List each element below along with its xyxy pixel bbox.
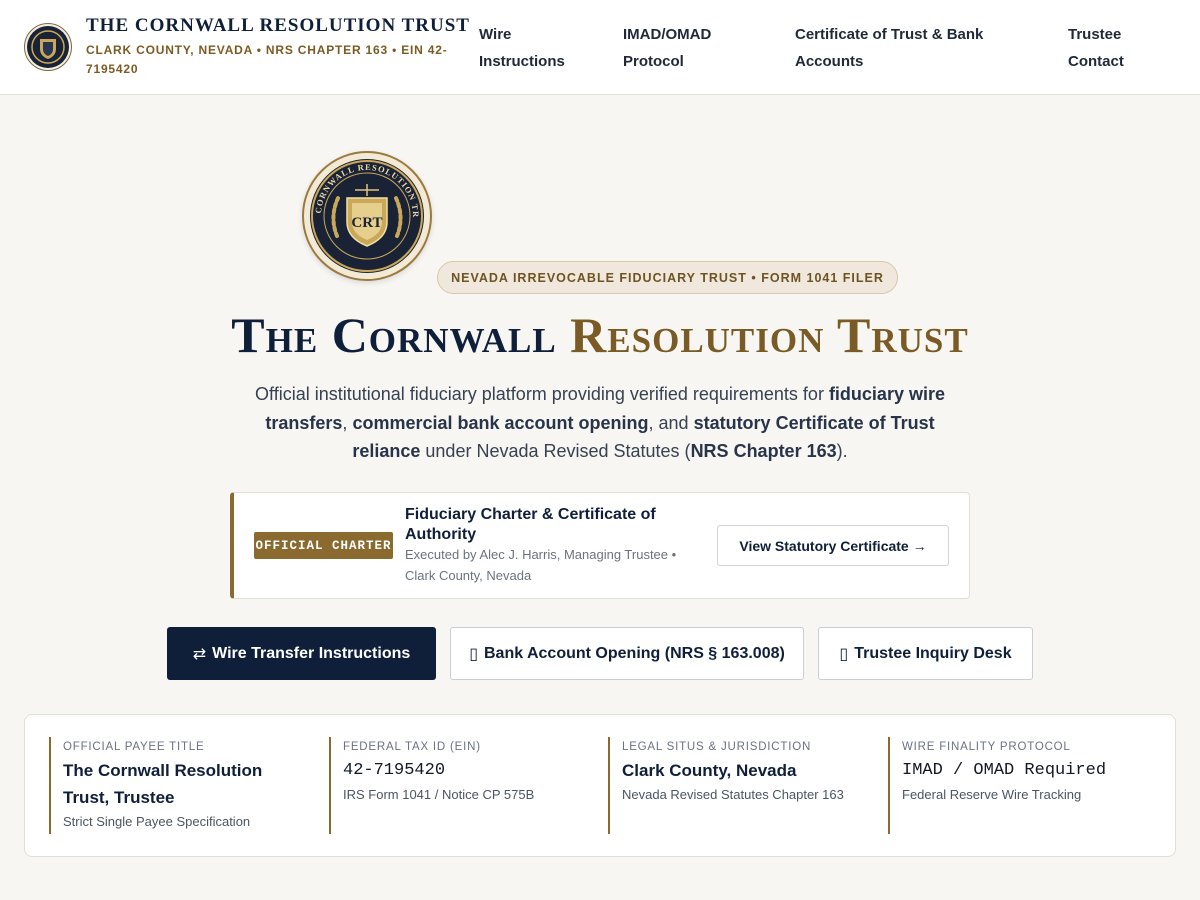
trust-seal: THE CORNWALL RESOLUTION TRUST CRT — [302, 151, 432, 281]
wire-transfer-button[interactable]: ⇄ Wire Transfer Instructions — [167, 627, 436, 680]
jurisdiction-value: Clark County, Nevada — [622, 761, 797, 780]
trust-seal-logo[interactable] — [24, 23, 72, 71]
nav-trustee-contact[interactable]: Trustee Contact — [1068, 21, 1148, 75]
trustee-inquiry-label: Trustee Inquiry Desk — [854, 644, 1012, 662]
wire-transfer-label: Wire Transfer Instructions — [212, 644, 411, 662]
wire-protocol-note: Federal Reserve Wire Tracking — [902, 787, 1082, 802]
jurisdiction-note: Nevada Revised Statutes Chapter 163 — [622, 787, 844, 802]
desc-bold: commercial bank account opening — [352, 412, 649, 433]
title-part-2: Resolution Trust — [570, 307, 969, 363]
charter-card: OFFICIAL CHARTER Fiduciary Charter & Cer… — [230, 492, 970, 599]
bank-account-opening-button[interactable]: ▯ Bank Account Opening (NRS § 163.008) — [450, 627, 804, 680]
desc-text: under Nevada Revised Statutes ( — [420, 441, 691, 461]
brand-subtitle: CLARK COUNTY, NEVADA • NRS CHAPTER 163 •… — [86, 43, 448, 76]
tax-id-value: 42-7195420 — [343, 761, 446, 780]
transfer-arrows-icon: ⇄ — [192, 645, 207, 663]
desc-text: ). — [836, 441, 848, 461]
page-title: The Cornwall Resolution Trust — [0, 306, 1200, 364]
jurisdiction-column: LEGAL SITUS & JURISDICTION Clark County,… — [608, 737, 858, 834]
desc-bold: NRS Chapter 163 — [690, 441, 837, 461]
jurisdiction-label: LEGAL SITUS & JURISDICTION — [622, 741, 812, 753]
wire-protocol-column: WIRE FINALITY PROTOCOL IMAD / OMAD Requi… — [888, 737, 1138, 834]
title-part-1: The Cornwall — [231, 307, 557, 363]
crest-icon: THE CORNWALL RESOLUTION TRUST CRT — [307, 156, 424, 273]
inquiry-icon: ▯ — [839, 645, 849, 663]
tax-id-column: FEDERAL TAX ID (EIN) 42-7195420 IRS Form… — [329, 737, 579, 834]
seal-icon — [27, 26, 69, 68]
wire-protocol-value: IMAD / OMAD Required — [902, 761, 1107, 780]
site-header: THE CORNWALL RESOLUTION TRUST CLARK COUN… — [0, 0, 1200, 95]
tax-id-note: IRS Form 1041 / Notice CP 575B — [343, 787, 535, 802]
trust-type-pill: NEVADA IRREVOCABLE FIDUCIARY TRUST • FOR… — [437, 261, 898, 294]
bank-icon: ▯ — [469, 645, 478, 663]
brand-title: THE CORNWALL RESOLUTION TRUST — [86, 15, 470, 36]
hero-description: Official institutional fiduciary platfor… — [230, 380, 970, 466]
charter-title: Fiduciary Charter & Certificate of Autho… — [405, 506, 656, 543]
view-certificate-button[interactable]: View Statutory Certificate → — [717, 525, 949, 566]
nav-certificate-bank-accounts[interactable]: Certificate of Trust & Bank Accounts — [795, 21, 1000, 75]
desc-text: Official institutional fiduciary platfor… — [255, 384, 829, 404]
trustee-inquiry-button[interactable]: ▯ Trustee Inquiry Desk — [818, 627, 1033, 680]
payee-title-value: The Cornwall Resolution Trust, Trustee — [63, 761, 263, 807]
payee-title-column: OFFICIAL PAYEE TITLE The Cornwall Resolu… — [49, 737, 299, 834]
tax-id-label: FEDERAL TAX ID (EIN) — [343, 741, 481, 753]
desc-text: , — [342, 412, 353, 433]
nav-imad-omad-protocol[interactable]: IMAD/OMAD Protocol — [623, 21, 733, 75]
trust-details-card: OFFICIAL PAYEE TITLE The Cornwall Resolu… — [24, 714, 1176, 857]
charter-subtitle: Executed by Alec J. Harris, Managing Tru… — [405, 547, 677, 583]
bank-account-label: Bank Account Opening (NRS § 163.008) — [484, 644, 785, 662]
payee-title-label: OFFICIAL PAYEE TITLE — [63, 741, 205, 753]
nav-wire-instructions[interactable]: Wire Instructions — [479, 21, 589, 75]
payee-title-note: Strict Single Payee Specification — [63, 814, 251, 829]
seal-monogram: CRT — [351, 215, 382, 231]
wire-protocol-label: WIRE FINALITY PROTOCOL — [902, 741, 1071, 753]
desc-text: , and — [648, 412, 694, 433]
official-charter-badge: OFFICIAL CHARTER — [254, 532, 393, 559]
